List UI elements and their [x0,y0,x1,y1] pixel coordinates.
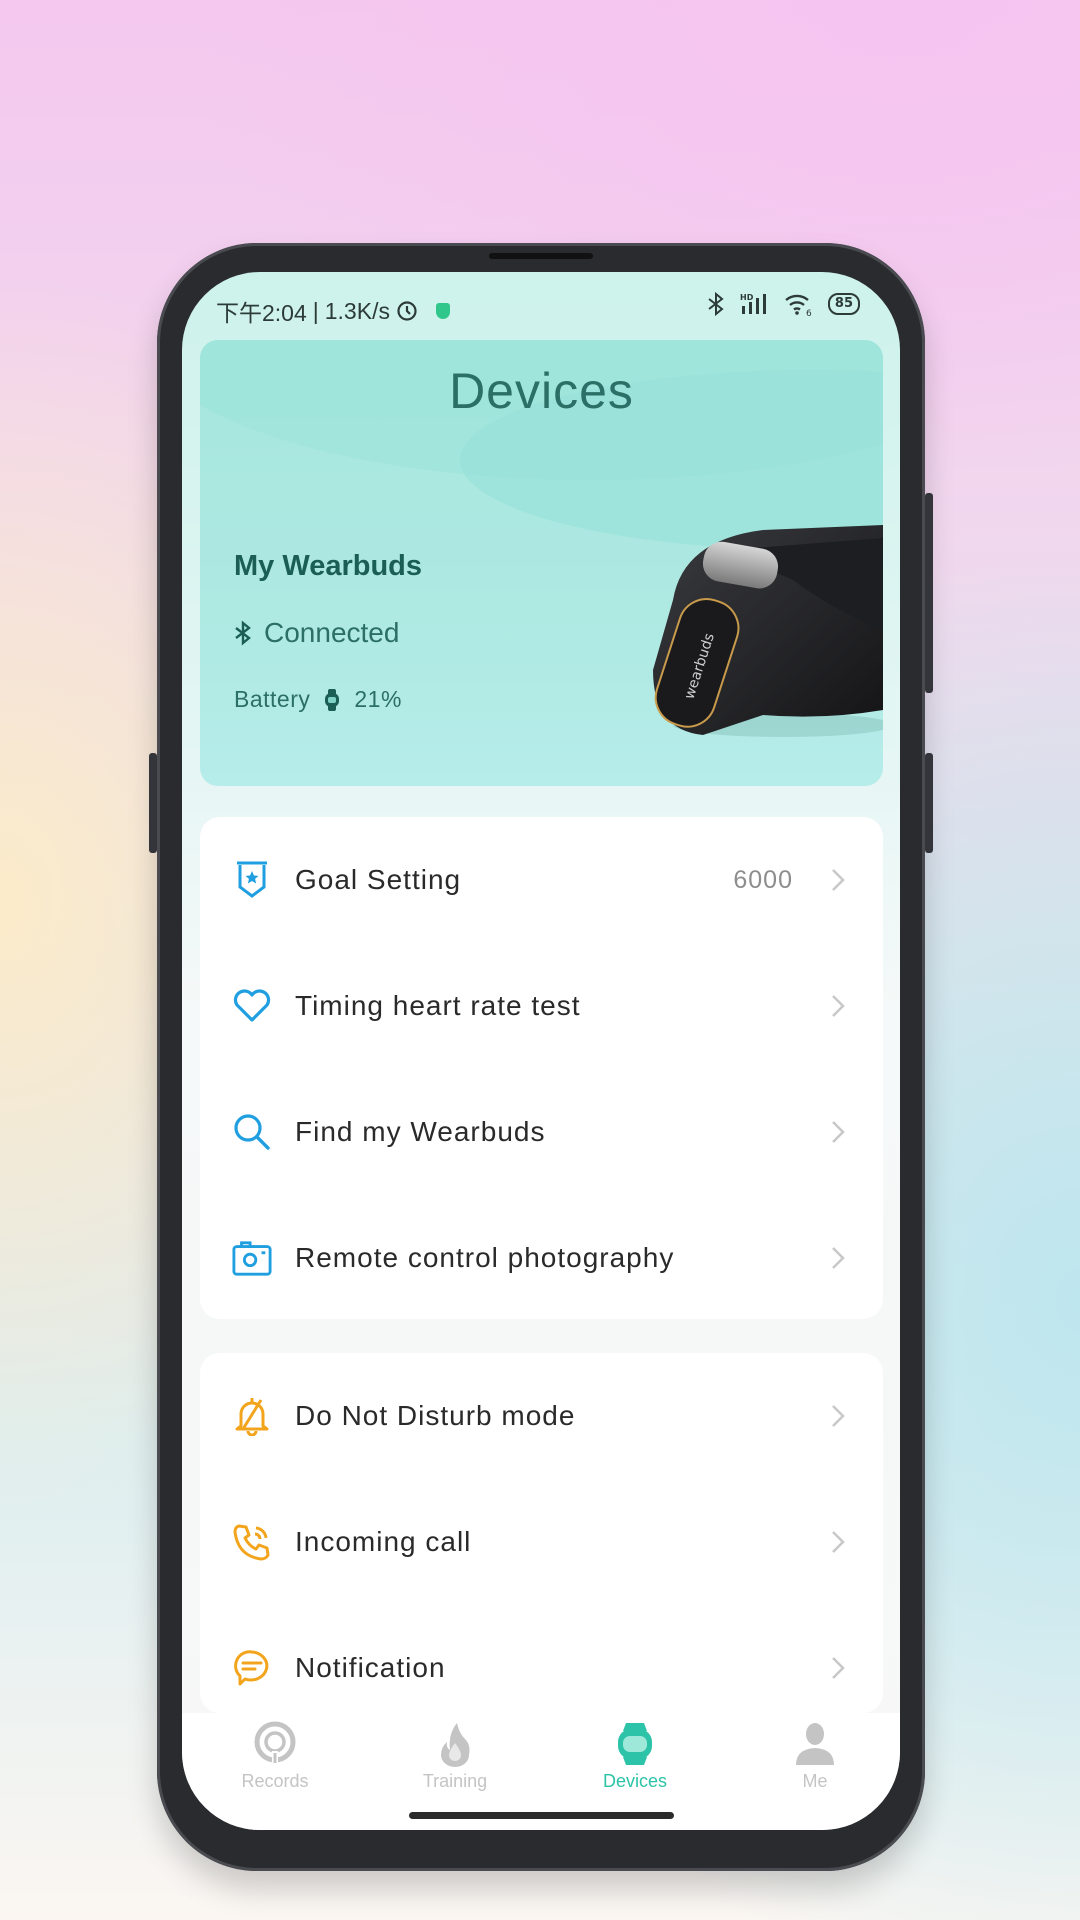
menu-item-goal-setting[interactable]: Goal Setting 6000 [200,817,883,943]
wearbuds-device-image: wearbuds [653,525,883,737]
connection-status-text: Connected [264,617,400,648]
menu-item-incoming-call[interactable]: Incoming call [200,1479,883,1605]
status-separator: | [312,297,319,324]
goal-value: 6000 [733,865,793,894]
bluetooth-icon [235,620,251,646]
menu-item-label: Timing heart rate test [295,990,581,1021]
device-name: My Wearbuds [234,550,423,582]
settings-card-secondary: Do Not Disturb mode Incoming call Notifi… [200,1353,883,1713]
tab-me[interactable]: Me [755,1721,875,1811]
bluetooth-icon [708,292,724,316]
chevron-right-icon [832,995,845,1017]
chevron-right-icon [832,1657,845,1679]
home-indicator[interactable] [409,1812,674,1819]
menu-item-label: Incoming call [295,1526,472,1557]
watch-icon [325,688,340,711]
device-header-card[interactable]: Devices My Wearbuds Connected Battery 21… [200,340,883,786]
wifi-icon: 6 [785,294,812,316]
chevron-right-icon [832,1531,845,1553]
status-bar-right: HD 6 85 [706,292,860,316]
phone-ringing-icon [232,1522,272,1562]
tab-label: Training [422,1771,488,1791]
records-icon [254,1721,296,1765]
chevron-right-icon [832,1121,845,1143]
menu-item-heart-rate-test[interactable]: Timing heart rate test [200,943,883,1069]
flame-icon [441,1723,470,1767]
menu-item-label: Find my Wearbuds [295,1116,546,1147]
menu-item-label: Remote control photography [295,1242,675,1273]
battery-icon: 85 [827,293,860,315]
tab-label: Records [241,1771,309,1791]
camera-icon [232,1238,272,1278]
battery-status: Battery 21% [234,686,402,713]
app-screen: 下午2:04 | 1.3K/s HD 6 85 Devices My Wearb… [182,272,900,1830]
svg-text:HD: HD [740,293,754,302]
status-bar: 下午2:04 | 1.3K/s HD 6 85 [182,272,900,336]
person-icon [796,1723,834,1765]
bell-off-icon [232,1396,272,1436]
tab-training[interactable]: Training [395,1721,515,1811]
hd-signal-icon: HD [740,293,766,314]
connection-status: Connected [234,617,399,649]
watch-icon [618,1723,652,1765]
shield-icon [435,303,450,319]
power-button [925,753,933,853]
menu-item-label: Do Not Disturb mode [295,1400,576,1431]
status-net-speed: 1.3K/s [324,297,390,324]
heart-icon [232,986,272,1026]
earpiece-speaker [489,253,593,259]
phone-frame: 下午2:04 | 1.3K/s HD 6 85 Devices My Wearb… [149,243,933,1871]
battery-label: Battery [234,686,311,712]
tab-label: Devices [602,1771,668,1791]
chevron-right-icon [832,1247,845,1269]
search-icon [232,1112,272,1152]
menu-item-remote-photography[interactable]: Remote control photography [200,1195,883,1321]
chevron-right-icon [832,1405,845,1427]
chevron-right-icon [832,869,845,891]
menu-item-label: Notification [295,1652,446,1683]
svg-text:6: 6 [806,309,812,316]
page-title: Devices [449,363,634,419]
alarm-icon [397,301,417,321]
menu-item-find-wearbuds[interactable]: Find my Wearbuds [200,1069,883,1195]
status-bar-left: 下午2:04 | 1.3K/s [216,294,450,328]
volume-button [925,493,933,693]
goal-badge-icon [232,860,272,900]
battery-value: 21% [354,686,402,712]
tab-label: Me [802,1771,828,1791]
settings-card-primary: Goal Setting 6000 Timing heart rate test… [200,817,883,1319]
menu-item-label: Goal Setting [295,864,462,895]
status-time: 下午2:04 [216,300,307,326]
side-button [149,753,157,853]
menu-item-do-not-disturb[interactable]: Do Not Disturb mode [200,1353,883,1479]
tab-devices[interactable]: Devices [575,1721,695,1811]
chat-bubble-icon [232,1648,272,1688]
tab-records[interactable]: Records [215,1721,335,1811]
